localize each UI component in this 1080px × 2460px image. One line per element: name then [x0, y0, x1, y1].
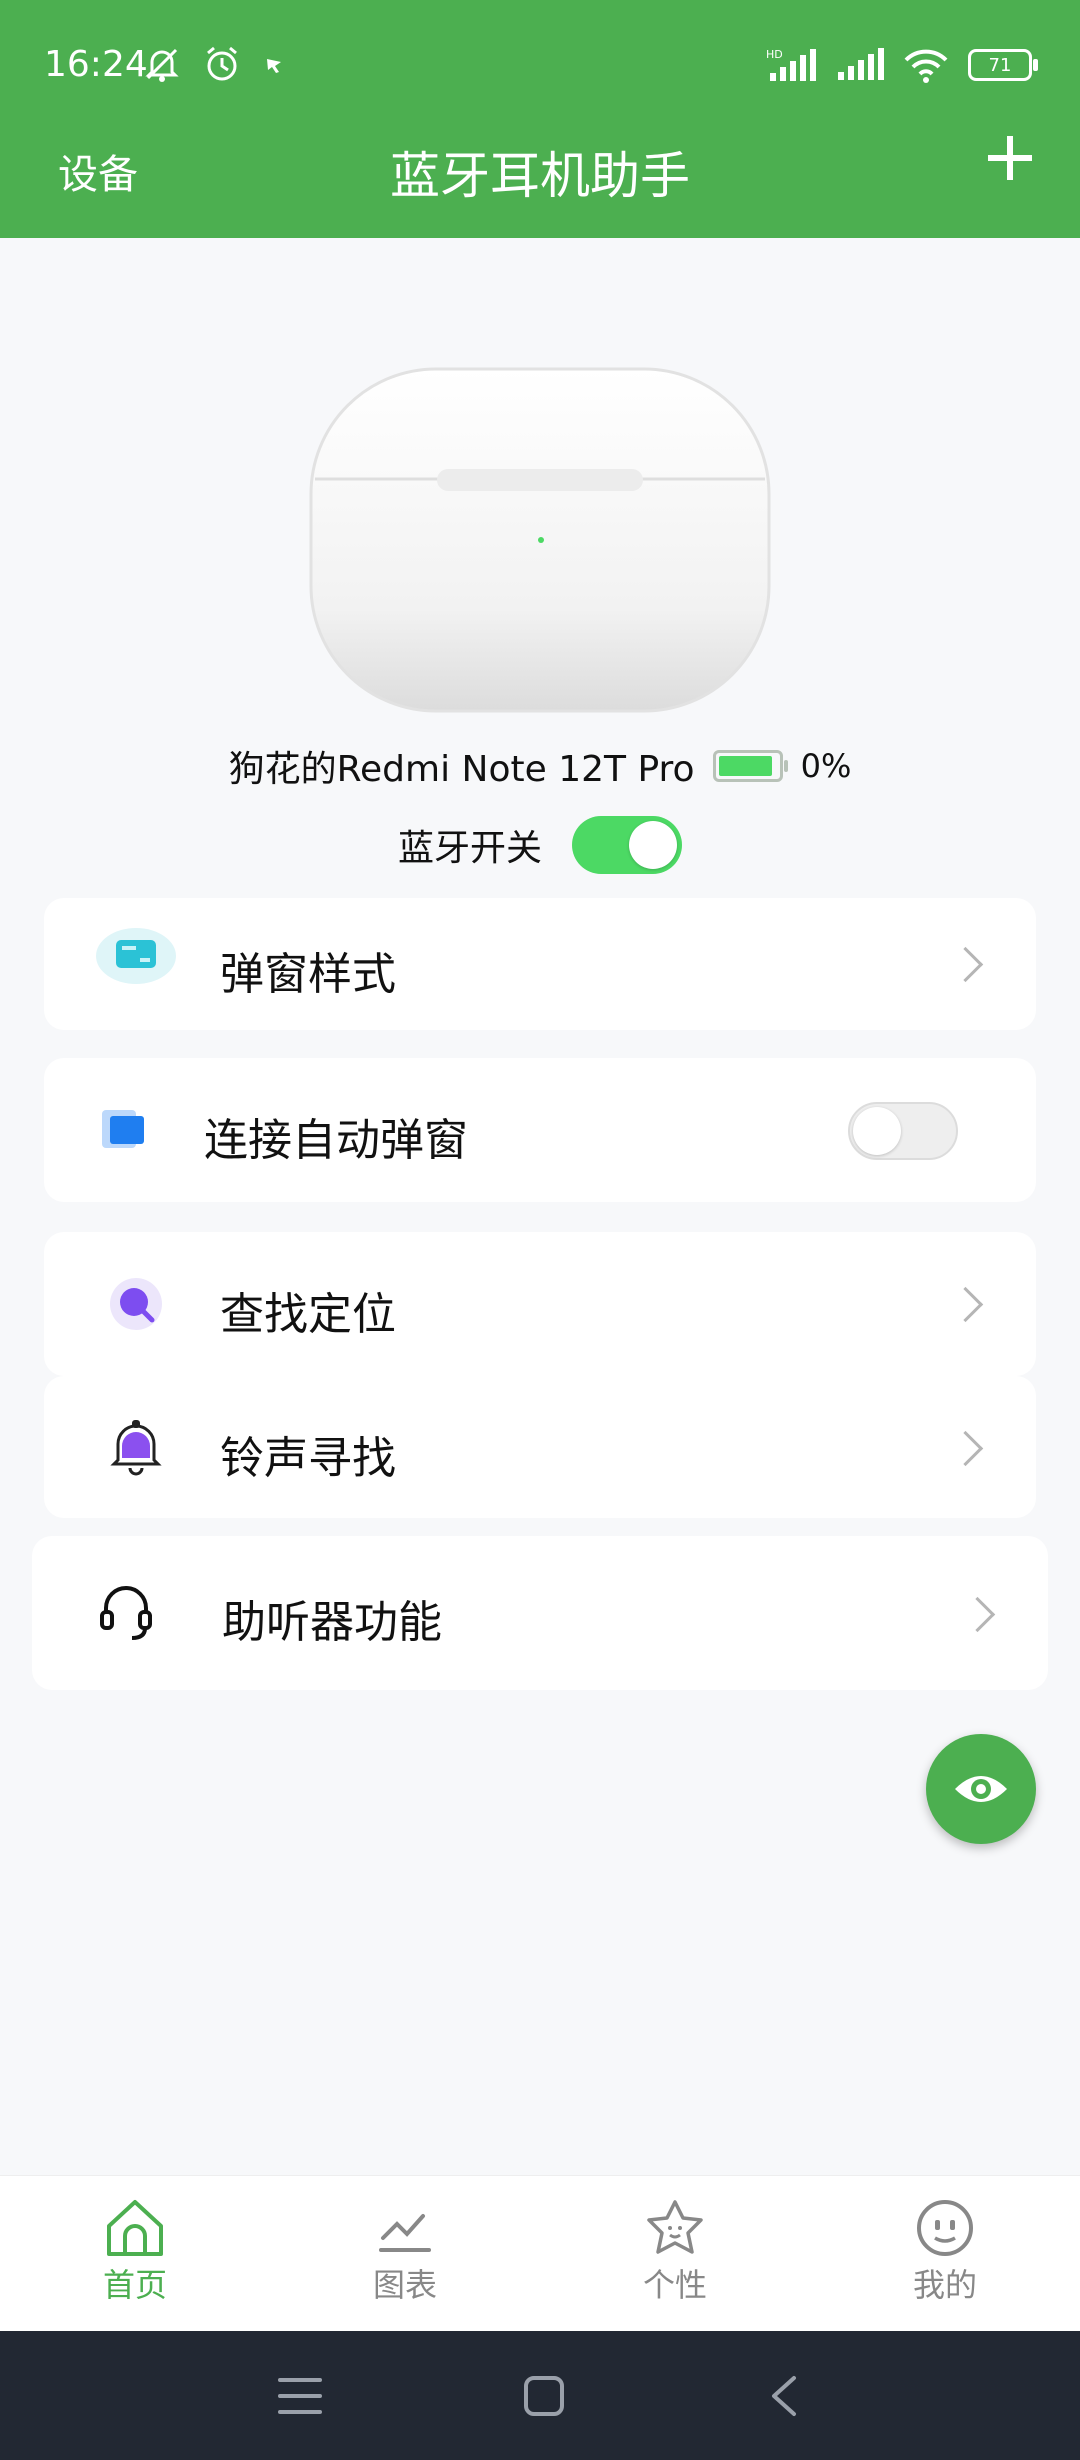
alarm-icon [207, 46, 237, 81]
status-icons-right: HD 71 [766, 46, 1038, 84]
app-header: 16:24 HD 71 设备 蓝牙耳机助手 [0, 0, 1080, 238]
bluetooth-switch-row: 蓝牙开关 [0, 816, 1080, 874]
eye-icon [955, 1776, 1007, 1802]
tab-label-mine: 我的 [912, 2266, 977, 2304]
wifi-icon [904, 49, 948, 83]
device-battery-text: 0% [800, 747, 852, 785]
tab-chart[interactable]: 图表 [270, 2176, 540, 2332]
home-icon [107, 2200, 163, 2256]
tab-mine[interactable]: 我的 [810, 2176, 1080, 2332]
auto-popup-toggle[interactable] [848, 1102, 958, 1160]
auto-popup-card: 连接自动弹窗 [44, 1058, 1036, 1202]
headset-icon [100, 1586, 152, 1640]
ring-find-card[interactable]: 铃声寻找 [44, 1376, 1036, 1518]
chart-icon [379, 2214, 431, 2252]
tab-label-personal: 个性 [642, 2266, 707, 2304]
menu-icon[interactable] [278, 2376, 322, 2416]
chevron-right-icon [959, 1596, 996, 1633]
device-info: 狗花的Redmi Note 12T Pro 0% [0, 740, 1080, 792]
device-battery-icon [712, 750, 788, 782]
svg-text:HD: HD [766, 48, 783, 61]
tab-personal[interactable]: 个性 [540, 2176, 810, 2332]
popup-style-card[interactable]: 弹窗样式 [44, 898, 1036, 1030]
view-fab-button[interactable] [926, 1734, 1036, 1844]
home-square-icon[interactable] [522, 2374, 566, 2418]
hearing-aid-label: 助听器功能 [222, 1597, 442, 1648]
bluetooth-switch-label: 蓝牙开关 [397, 828, 542, 869]
battery-level: 71 [988, 54, 1012, 76]
tab-home[interactable]: 首页 [0, 2176, 270, 2332]
ring-find-label: 铃声寻找 [220, 1433, 396, 1484]
chevron-right-icon [947, 946, 984, 983]
bottom-tab-bar: 首页 图表 个性 我的 [0, 2175, 1080, 2332]
location-search-icon [110, 1278, 162, 1330]
hearing-aid-card[interactable]: 助听器功能 [32, 1536, 1048, 1690]
status-icons-left [142, 44, 288, 84]
bluetooth-toggle[interactable] [572, 816, 682, 874]
app-notification-icon [267, 59, 281, 73]
bell-icon [110, 1420, 162, 1476]
page-title: 蓝牙耳机助手 [390, 147, 690, 205]
star-face-icon [647, 2200, 703, 2254]
tab-label-home: 首页 [102, 2266, 167, 2304]
smiley-icon [917, 2200, 973, 2256]
bell-muted-icon [145, 48, 179, 82]
window-stack-icon [102, 1110, 144, 1148]
tab-label-chart: 图表 [372, 2266, 437, 2304]
popup-style-label: 弹窗样式 [220, 949, 396, 1000]
find-location-card[interactable]: 查找定位 [44, 1232, 1036, 1376]
auto-popup-label: 连接自动弹窗 [204, 1115, 468, 1166]
signal-icon [838, 48, 884, 80]
battery-icon: 71 [968, 49, 1038, 81]
chevron-right-icon [947, 1286, 984, 1323]
back-icon[interactable] [766, 2374, 802, 2418]
earbuds-case-image [305, 365, 775, 717]
find-location-label: 查找定位 [220, 1289, 396, 1340]
popup-window-icon [96, 928, 176, 984]
device-name: 狗花的Redmi Note 12T Pro [228, 749, 695, 790]
status-time: 16:24 [44, 44, 148, 85]
plus-icon [988, 136, 1032, 180]
system-navigation-bar [0, 2331, 1080, 2460]
chevron-right-icon [947, 1430, 984, 1467]
hd-signal-icon: HD [766, 48, 816, 81]
add-button[interactable] [980, 128, 1040, 188]
